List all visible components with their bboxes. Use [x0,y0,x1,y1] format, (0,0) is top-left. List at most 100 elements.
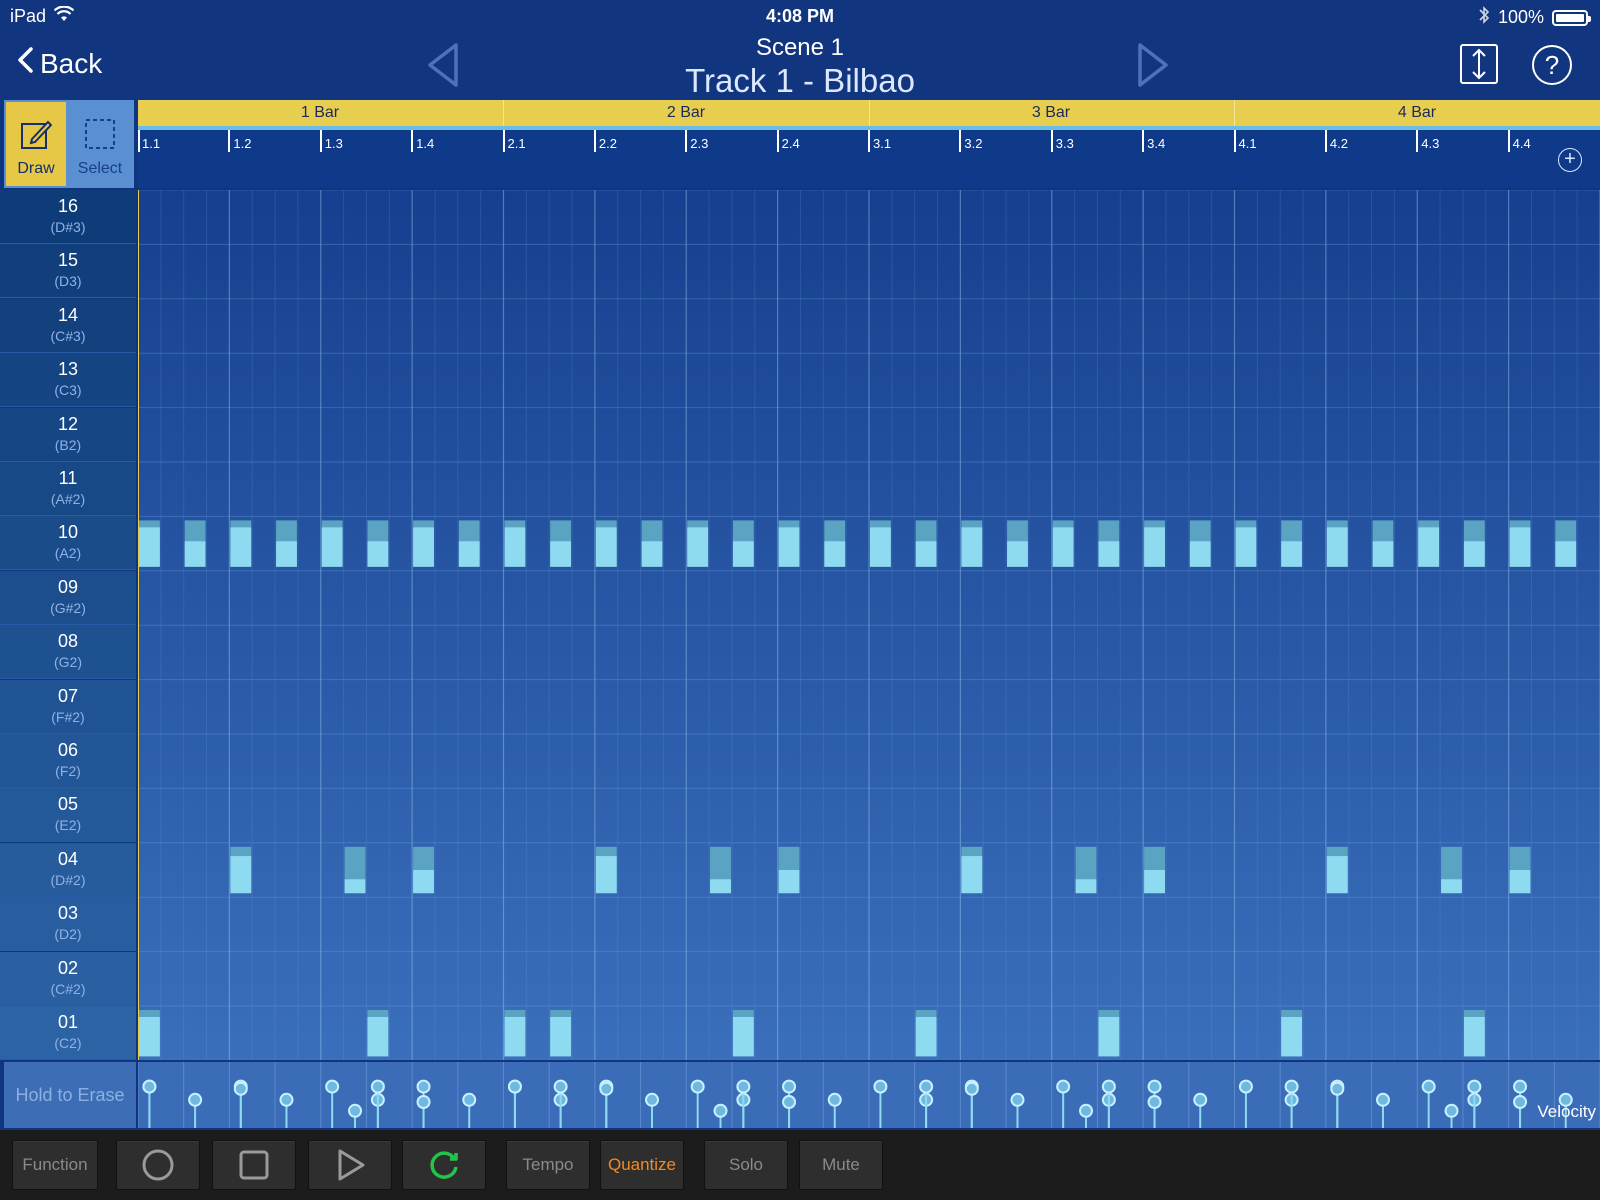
stop-icon [239,1150,269,1180]
beat-label: 2.2 [598,136,617,151]
row-number: 02 [57,957,79,978]
velocity-handle [553,1079,568,1094]
velocity-handle [1375,1092,1390,1107]
row-note-name: (A#2) [50,491,86,507]
pencil-icon [21,120,52,149]
note-velocity-fill [687,527,709,567]
plus-icon: + [1564,148,1576,170]
draw-tool-button[interactable]: Draw [6,102,66,186]
beat-tick [1507,130,1510,152]
title-block: Scene 1 Track 1 - Bilbao [0,32,1600,100]
beat-tick [776,130,779,152]
velocity-handle [1056,1079,1071,1094]
loop-button[interactable] [402,1140,486,1190]
note-velocity-fill [915,1016,937,1057]
velocity-handle [1513,1079,1528,1094]
velocity-canvas [138,1062,1600,1128]
bar-label-4: 4 Bar [1397,104,1437,121]
velocity-handle [1421,1079,1436,1094]
row-number: 06 [57,740,79,760]
beat-label: 2.4 [781,136,800,151]
piano-roll-grid[interactable] [138,190,1600,1060]
note-velocity-fill [1441,879,1462,894]
row-label-03[interactable]: 03 (D2) [0,897,136,952]
row-note-name: (D3) [54,273,82,290]
row-label-08[interactable]: 08 (G2) [0,625,136,680]
note-velocity-fill [915,541,937,567]
row-label-15[interactable]: 15 (D3) [0,244,136,299]
status-bar: iPad 4:08 PM 100% [0,0,1600,32]
row-label-10[interactable]: 10 (A2) [0,516,136,571]
row-label-06[interactable]: 06 (F2) [0,734,136,788]
velocity-handle [1079,1103,1094,1118]
velocity-handle [1444,1103,1459,1118]
zoom-vertical-button[interactable] [1460,44,1498,84]
row-number: 13 [57,359,79,380]
bluetooth-icon [1478,6,1490,29]
tempo-button[interactable]: Tempo [506,1140,590,1190]
velocity-handle [370,1079,385,1094]
note-velocity-fill [413,527,434,567]
velocity-handle [279,1092,294,1107]
play-button[interactable] [308,1140,392,1190]
row-label-05[interactable]: 05 (E2) [0,788,136,843]
note-velocity-fill [550,541,572,567]
beat-label: 3.4 [1147,136,1166,151]
velocity-handle [325,1079,340,1094]
row-label-07[interactable]: 07 (F#2) [0,679,136,734]
row-label-16[interactable]: 16 (D#3) [0,190,136,244]
velocity-handle [416,1079,431,1094]
velocity-lane[interactable]: Velocity [138,1062,1600,1128]
note-velocity-fill [230,856,252,894]
velocity-handle [919,1079,934,1094]
select-tool-button[interactable]: Select [70,102,130,186]
beat-label: 3.2 [964,136,983,151]
velocity-handle [188,1092,203,1107]
row-label-02[interactable]: 02 (C#2) [0,951,136,1006]
beat-ruler[interactable]: 1.1 1.2 1.3 1.4 2.1 2.2 2.3 2.4 3.1 3.2 3.3 3.4 4.1 4… [138,126,1600,188]
record-button[interactable] [116,1140,200,1190]
add-bar-button[interactable]: + [1558,148,1582,172]
note-velocity-fill [1326,527,1348,567]
note-velocity-fill [1418,527,1440,567]
beat-label: 1.3 [324,136,343,151]
row-label-12[interactable]: 12 (B2) [0,407,136,462]
track-title: Track 1 - Bilbao [685,62,915,99]
mute-button[interactable]: Mute [799,1140,883,1190]
row-label-09[interactable]: 09 (G#2) [0,570,136,625]
note-velocity-fill [595,527,617,567]
row-number: 15 [57,250,79,271]
row-label-04[interactable]: 04 (D#2) [0,842,136,897]
velocity-handle [1147,1079,1162,1094]
row-note-name: (C3) [54,382,82,399]
row-number: 09 [57,576,79,597]
note-velocity-fill [504,527,526,567]
beat-label: 3.1 [873,136,892,151]
row-number: 14 [57,304,79,325]
velocity-handle [348,1103,363,1118]
row-label-01[interactable]: 01 (C2) [0,1006,136,1060]
row-note-name: (F#2) [51,708,85,725]
beat-tick [868,130,870,152]
note-velocity-fill [1098,1016,1120,1057]
row-note-name: (G#2) [50,599,86,616]
next-scene-button[interactable] [1136,42,1170,93]
hold-to-erase-button[interactable]: Hold to Erase [4,1062,136,1128]
note-velocity-fill [1075,879,1097,894]
bar-ruler[interactable]: 1 Bar 2 Bar 3 Bar 4 Bar [138,100,1600,126]
function-button[interactable]: Function [12,1140,98,1190]
solo-button[interactable]: Solo [704,1140,788,1190]
row-label-11[interactable]: 11 (A#2) [0,462,136,516]
beat-label: 1.1 [142,136,161,151]
beat-tick [1233,130,1236,152]
row-label-14[interactable]: 14 (C#3) [0,298,136,353]
beat-tick [319,130,322,152]
quantize-button[interactable]: Quantize [600,1140,684,1190]
stop-button[interactable] [212,1140,296,1190]
row-number: 04 [57,848,79,869]
velocity-handle [1193,1092,1208,1107]
note-velocity-fill [1281,1016,1303,1057]
row-label-13[interactable]: 13 (C3) [0,353,136,408]
help-button[interactable]: ? [1532,45,1572,85]
note-velocity-fill [1463,541,1485,567]
